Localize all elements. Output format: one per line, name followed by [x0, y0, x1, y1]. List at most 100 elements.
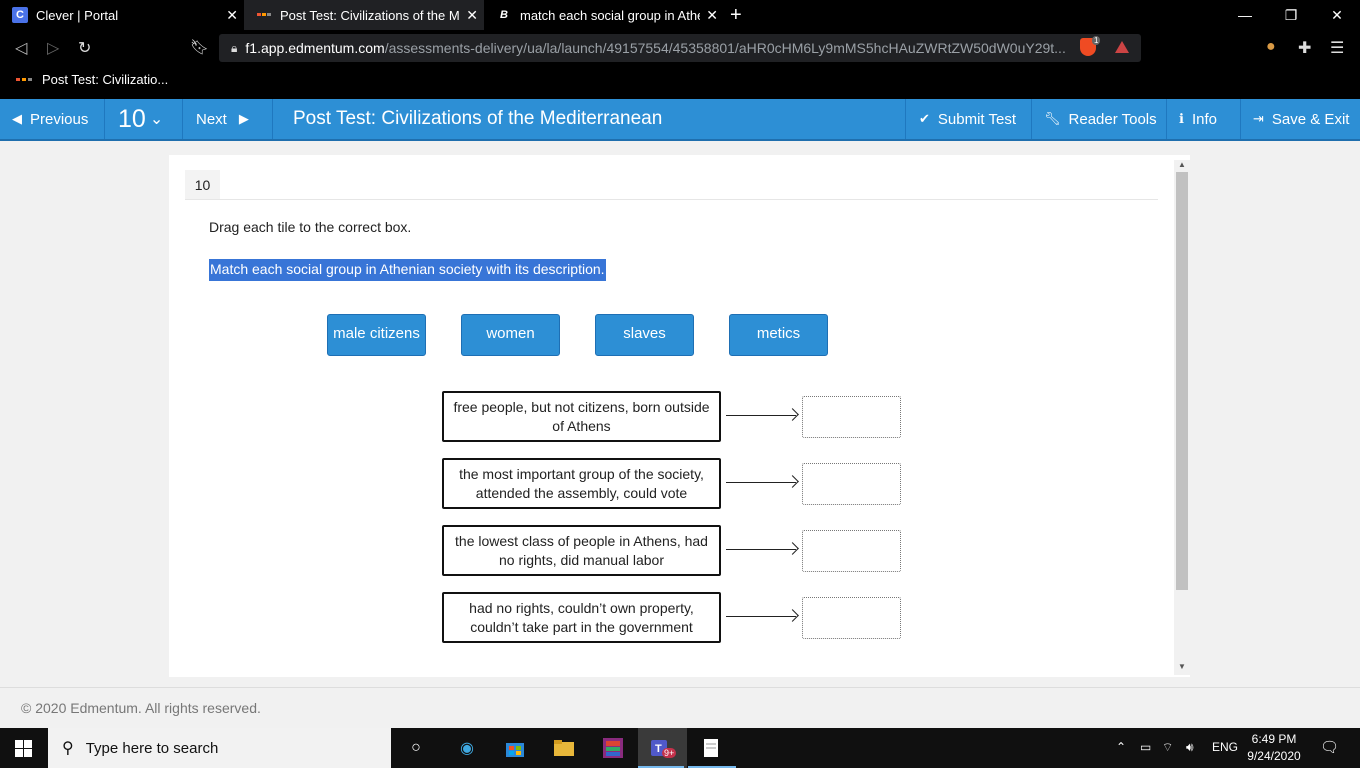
browser-tab-post-test[interactable]: Post Test: Civilizations of the Medit ✕: [244, 0, 484, 30]
close-tab-icon[interactable]: ✕: [226, 7, 238, 24]
arrow-right-icon: [726, 549, 796, 550]
instruction-text: Drag each tile to the correct box.: [209, 219, 412, 235]
page-title: Post Test: Civilizations of the Mediterr…: [293, 108, 663, 129]
clock-time: 6:49 PM: [1251, 732, 1297, 746]
cortana-icon[interactable]: ○: [404, 736, 428, 760]
chevron-down-icon: ⌄: [149, 111, 164, 128]
winrar-icon[interactable]: [601, 736, 625, 760]
restore-icon[interactable]: ❐: [1268, 0, 1314, 30]
language-indicator[interactable]: ENG: [1212, 740, 1238, 754]
arrow-left-circle-icon: ◀: [12, 111, 22, 126]
system-clock[interactable]: 6:49 PM 9/24/2020: [1238, 731, 1310, 765]
windows-taskbar: ⚲ Type here to search ○ ◉ T 9+ ⌃ ▭ ⌔ 🔊︎ …: [0, 728, 1360, 768]
drop-box-3[interactable]: [802, 530, 901, 572]
question-number-badge: 10: [185, 170, 220, 199]
save-exit-label: Save & Exit: [1271, 110, 1350, 128]
page-footer: © 2020 Edmentum. All rights reserved.: [0, 687, 1360, 728]
search-icon: ⚲: [62, 740, 74, 757]
notifications-icon[interactable]: 🗨︎: [1320, 738, 1339, 756]
close-tab-icon[interactable]: ✕: [706, 7, 718, 24]
cookie-extension-icon[interactable]: ●: [1266, 38, 1276, 56]
save-exit-button[interactable]: ⇥ Save & Exit: [1240, 99, 1360, 139]
info-icon: ℹ: [1179, 111, 1184, 126]
description-1: free people, but not citizens, born outs…: [442, 391, 721, 442]
volume-icon[interactable]: 🔊︎: [1186, 740, 1194, 755]
scroll-down-icon[interactable]: ▼: [1178, 662, 1186, 671]
info-button[interactable]: ℹ Info: [1166, 99, 1240, 139]
browser-tab-clever[interactable]: C Clever | Portal ✕: [0, 0, 244, 30]
url-host: f1.app.edmentum.com: [245, 40, 385, 56]
question-number: 10: [118, 104, 146, 133]
bookmark-icon[interactable]: 🔖︎: [190, 38, 209, 56]
tab-title: Clever | Portal: [36, 7, 119, 23]
extensions-puzzle-icon[interactable]: ✚: [1298, 38, 1311, 58]
arrow-right-icon: [726, 415, 796, 416]
tile-women[interactable]: women: [461, 314, 560, 356]
tab-title: match each social group in Athenia: [520, 7, 700, 23]
wrench-icon: 🔧︎: [1044, 111, 1061, 126]
teams-badge: 9+: [662, 748, 677, 758]
browser-tab-brainly[interactable]: B match each social group in Athenia ✕: [484, 0, 724, 30]
previous-button[interactable]: ◀ Previous: [0, 99, 105, 139]
info-label: Info: [1191, 110, 1217, 128]
reload-icon[interactable]: ↻: [78, 38, 91, 58]
scrollbar-thumb[interactable]: [1176, 172, 1188, 590]
clever-icon: C: [12, 7, 28, 23]
check-circle-icon: ✔: [919, 111, 930, 126]
clock-date: 9/24/2020: [1247, 749, 1301, 763]
wifi-icon[interactable]: ⌔: [1162, 740, 1173, 755]
next-label: Next: [196, 110, 227, 128]
bookmark-post-test[interactable]: Post Test: Civilizatio...: [16, 72, 168, 87]
scroll-up-icon[interactable]: ▲: [1178, 160, 1186, 169]
minimize-icon[interactable]: —: [1222, 0, 1268, 30]
arrow-right-icon: [726, 616, 796, 617]
notepad-icon[interactable]: [699, 736, 723, 760]
url-path: /assessments-delivery/ua/la/launch/49157…: [384, 40, 1066, 56]
tile-male-citizens[interactable]: male citizens: [327, 314, 426, 356]
sign-out-icon: ⇥: [1253, 111, 1264, 126]
close-window-icon[interactable]: ✕: [1314, 0, 1360, 30]
store-icon[interactable]: [503, 736, 527, 760]
arrow-right-icon: [726, 482, 796, 483]
submit-test-button[interactable]: ✔ Submit Test: [905, 99, 1031, 139]
taskbar-search[interactable]: ⚲ Type here to search: [48, 728, 391, 768]
arrow-right-circle-icon: ▶: [238, 111, 249, 126]
drop-box-1[interactable]: [802, 396, 901, 438]
question-prompt: Match each social group in Athenian soci…: [209, 259, 606, 281]
reader-tools-label: Reader Tools: [1068, 110, 1157, 128]
new-tab-icon[interactable]: +: [730, 4, 742, 27]
edge-icon[interactable]: ◉: [455, 736, 479, 760]
address-bar[interactable]: 🔒︎ f1.app.edmentum.com /assessments-deli…: [219, 34, 1141, 62]
previous-label: Previous: [30, 110, 89, 128]
file-explorer-icon[interactable]: [552, 736, 576, 760]
brave-rewards-icon[interactable]: [1115, 41, 1129, 53]
windows-start-icon[interactable]: [15, 740, 32, 757]
copyright-text: © 2020 Edmentum. All rights reserved.: [21, 700, 261, 716]
next-button[interactable]: Next ▶: [183, 99, 273, 139]
edmentum-icon: [256, 7, 272, 23]
svg-text:T: T: [655, 743, 662, 755]
close-tab-icon[interactable]: ✕: [466, 7, 478, 24]
reader-tools-button[interactable]: 🔧︎ Reader Tools: [1031, 99, 1166, 139]
browser-toolbar: ◁ ▷ ↻ 🔖︎ 🔒︎ f1.app.edmentum.com /assessm…: [0, 30, 1360, 66]
forward-icon[interactable]: ▷: [47, 38, 59, 58]
lock-icon: 🔒︎: [231, 40, 238, 55]
bookmark-label: Post Test: Civilizatio...: [42, 72, 169, 87]
description-3: the lowest class of people in Athens, ha…: [442, 525, 721, 576]
chevron-up-icon[interactable]: ⌃: [1116, 740, 1126, 754]
drop-box-4[interactable]: [802, 597, 901, 639]
browser-tab-strip: C Clever | Portal ✕ Post Test: Civilizat…: [0, 0, 1360, 30]
tile-metics[interactable]: metics: [729, 314, 828, 356]
network-icon[interactable]: ▭: [1140, 740, 1151, 754]
brainly-icon: B: [500, 9, 508, 21]
assessment-header: ◀ Previous 10 ⌄ Next ▶ Post Test: Civili…: [0, 99, 1360, 141]
description-4: had no rights, couldn’t own property, co…: [442, 592, 721, 643]
question-selector[interactable]: 10 ⌄: [105, 99, 183, 139]
back-icon[interactable]: ◁: [15, 38, 27, 58]
submit-label: Submit Test: [937, 110, 1016, 128]
divider: [185, 199, 1158, 200]
drop-box-2[interactable]: [802, 463, 901, 505]
menu-icon[interactable]: ☰: [1330, 38, 1344, 58]
tile-slaves[interactable]: slaves: [595, 314, 694, 356]
tab-title: Post Test: Civilizations of the Medit: [280, 7, 460, 23]
